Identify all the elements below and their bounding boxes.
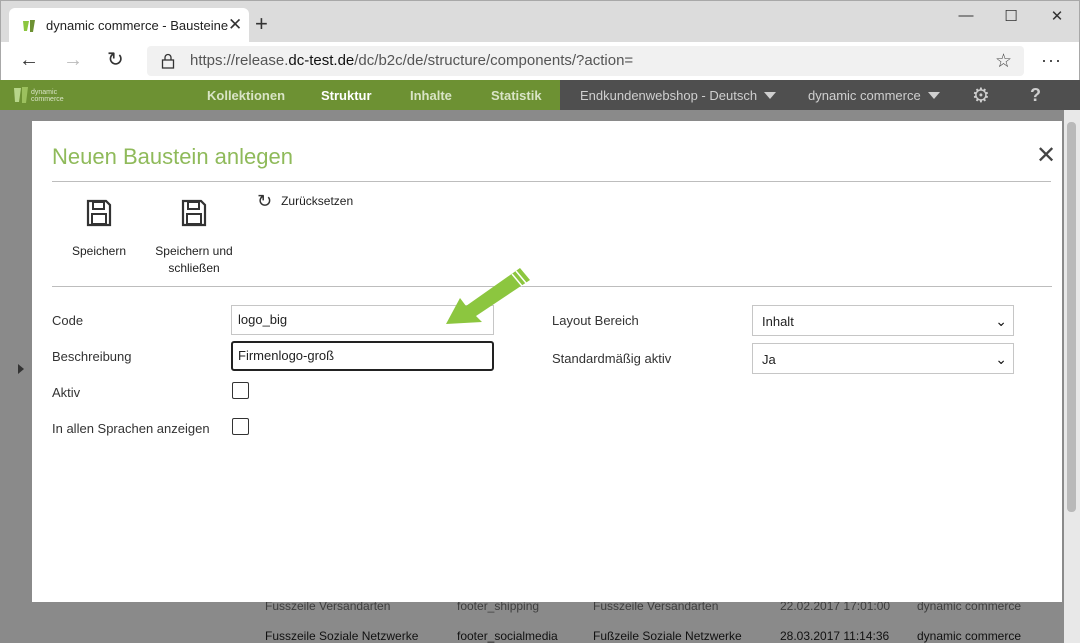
lock-icon — [161, 53, 175, 69]
divider — [52, 181, 1051, 182]
active-checkbox[interactable] — [232, 382, 249, 399]
logo-text-1: dynamic — [31, 89, 58, 96]
code-label: Code — [52, 313, 84, 328]
row-cell: 28.03.2017 11:14:36 — [780, 629, 890, 643]
reset-button[interactable]: ↻ Zurücksetzen — [257, 191, 353, 212]
description-input[interactable]: Firmenlogo-groß — [231, 341, 494, 371]
chevron-down-icon: ⌄ — [995, 351, 1007, 367]
app-header: dynamic commerce Kollektionen Struktur I… — [0, 80, 1080, 110]
address-bar: ← → ↻ https://release.dc-test.de/dc/b2c/… — [0, 42, 1080, 80]
all-languages-checkbox[interactable] — [232, 418, 249, 435]
active-label: Aktiv — [52, 385, 81, 400]
shop-selector[interactable]: Endkundenwebshop - Deutsch — [580, 88, 777, 103]
new-component-dialog: Neuen Baustein anlegen ✕ Speichern Speic… — [32, 121, 1062, 602]
app-header-nav: dynamic commerce Kollektionen Struktur I… — [0, 80, 560, 110]
chevron-down-icon — [927, 92, 940, 99]
company-selector[interactable]: dynamic commerce — [808, 88, 940, 103]
nav-inhalte[interactable]: Inhalte — [410, 88, 452, 103]
url-text: https://release.dc-test.de/dc/b2c/de/str… — [190, 52, 634, 69]
default-active-value: Ja — [762, 352, 776, 367]
default-active-label: Standardmäßig aktiv — [552, 351, 672, 366]
layout-area-label: Layout Bereich — [552, 313, 639, 328]
favorite-star-icon[interactable]: ☆ — [995, 50, 1012, 73]
browser-tabstrip: dynamic commerce - Bausteine ✕ + — ☐ ✕ — [0, 0, 1080, 43]
layout-area-value: Inhalt — [762, 314, 794, 329]
annotation-arrow-icon — [446, 268, 530, 324]
minimize-icon[interactable]: — — [951, 7, 981, 27]
tab-title: dynamic commerce - Bausteine — [46, 18, 229, 33]
layout-area-select[interactable]: Inhalt ⌄ — [752, 305, 1014, 336]
nav-kollektionen[interactable]: Kollektionen — [207, 88, 285, 103]
save-label: Speichern — [71, 244, 127, 258]
dc-favicon-icon — [23, 20, 35, 32]
more-menu-icon[interactable]: ··· — [1041, 50, 1062, 71]
nav-statistik[interactable]: Statistik — [491, 88, 542, 103]
close-icon[interactable]: ✕ — [1036, 144, 1056, 168]
browser-tab[interactable]: dynamic commerce - Bausteine ✕ — [9, 8, 249, 43]
url-field[interactable]: https://release.dc-test.de/dc/b2c/de/str… — [147, 46, 1024, 76]
dialog-title: Neuen Baustein anlegen — [52, 144, 293, 169]
scrollbar-thumb[interactable] — [1067, 122, 1076, 512]
maximize-icon[interactable]: ☐ — [996, 7, 1026, 27]
window-close-icon[interactable]: ✕ — [1042, 7, 1072, 27]
row-cell: dynamic commerce — [917, 629, 1022, 643]
row-cell: footer_socialmedia — [457, 629, 558, 643]
gear-icon[interactable]: ⚙ — [972, 83, 990, 108]
row-cell: Fußzeile Soziale Netzwerke — [593, 629, 742, 643]
chevron-down-icon: ⌄ — [995, 313, 1007, 329]
reset-label: Zurücksetzen — [281, 194, 354, 208]
save-and-close-label-1: Speichern und — [155, 244, 233, 258]
forward-icon[interactable]: → — [63, 50, 83, 70]
dc-logo[interactable]: dynamic commerce — [13, 85, 73, 105]
tab-close-icon[interactable]: ✕ — [228, 16, 242, 33]
row-cell: Fusszeile Soziale Netzwerke — [265, 629, 419, 643]
save-and-close-label-2: schließen — [168, 261, 220, 275]
new-tab-icon[interactable]: + — [255, 13, 268, 35]
back-icon[interactable]: ← — [19, 50, 39, 70]
expand-arrow-icon[interactable] — [18, 364, 24, 374]
refresh-icon[interactable]: ↻ — [107, 50, 124, 70]
description-label: Beschreibung — [52, 349, 132, 364]
logo-text-2: commerce — [31, 96, 64, 103]
help-icon[interactable]: ? — [1030, 85, 1041, 106]
floppy-disk-icon — [86, 199, 112, 227]
default-active-select[interactable]: Ja ⌄ — [752, 343, 1014, 374]
reset-icon: ↻ — [257, 191, 273, 211]
floppy-disk-icon — [181, 199, 207, 227]
all-languages-label: In allen Sprachen anzeigen — [52, 421, 210, 436]
nav-struktur[interactable]: Struktur — [321, 88, 372, 103]
chevron-down-icon — [764, 92, 777, 99]
divider — [52, 286, 1052, 287]
